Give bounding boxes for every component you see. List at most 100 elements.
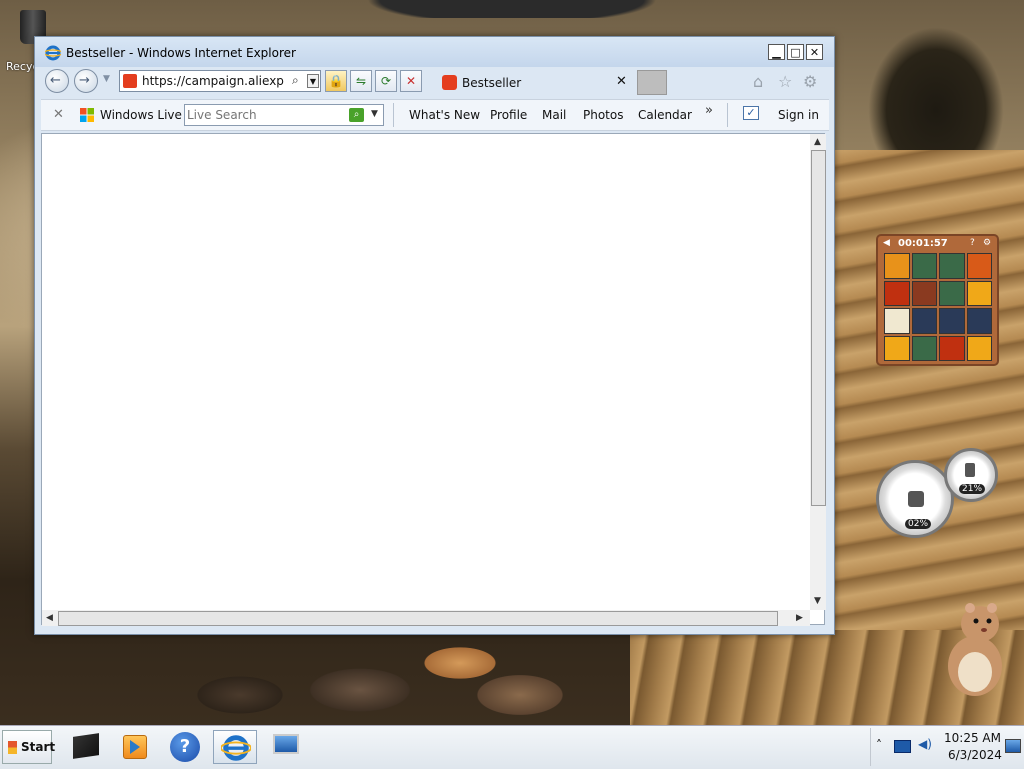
vertical-scrollbar[interactable]: ▲ ▼: [810, 134, 826, 610]
scroll-up-icon[interactable]: ▲: [814, 137, 821, 147]
toolbar-divider: [393, 103, 394, 127]
puzzle-gadget[interactable]: ◀ 00:01:57 ? ⚙: [876, 234, 999, 366]
refresh-button[interactable]: ⟳: [375, 70, 397, 92]
clock-time[interactable]: 10:25 AM: [944, 731, 1001, 745]
taskbar-media-player-button[interactable]: [114, 730, 158, 764]
more-links-chevron-icon[interactable]: »: [705, 103, 713, 118]
memory-dial: 21%: [944, 448, 998, 502]
favorites-star-icon[interactable]: ☆: [778, 72, 792, 91]
tab-bestseller[interactable]: Bestseller ✕: [436, 70, 636, 96]
horizontal-scrollbar[interactable]: ◀ ▶: [42, 610, 810, 626]
puzzle-tile[interactable]: [966, 335, 992, 361]
scroll-down-icon[interactable]: ▼: [814, 596, 821, 606]
puzzle-back-icon[interactable]: ◀: [883, 238, 890, 248]
puzzle-tile[interactable]: [966, 308, 992, 334]
memory-percent: 21%: [959, 484, 986, 494]
checkbox-icon[interactable]: ✓: [743, 106, 759, 120]
link-profile[interactable]: Profile: [490, 108, 527, 122]
cpu-chip-icon: [908, 491, 924, 507]
memory-chip-icon: [965, 463, 975, 477]
start-button[interactable]: Start: [2, 730, 56, 764]
puzzle-tile[interactable]: [911, 335, 937, 361]
tab-favicon-icon: [442, 75, 457, 90]
stop-button[interactable]: ✕: [400, 70, 422, 92]
puzzle-tile[interactable]: [911, 280, 937, 306]
taskbar-terminal-button[interactable]: [64, 730, 108, 764]
windows-live-link[interactable]: Windows Live: [100, 108, 182, 122]
clock-date[interactable]: 6/3/2024: [948, 748, 1002, 762]
media-player-icon: [123, 735, 147, 759]
link-whats-new[interactable]: What's New: [409, 108, 480, 122]
sign-in-link[interactable]: Sign in: [778, 108, 819, 122]
puzzle-tile[interactable]: [911, 253, 937, 279]
puzzle-tile[interactable]: [966, 280, 992, 306]
recent-pages-chevron-icon[interactable]: ▼: [103, 74, 113, 84]
cpu-dial: 02%: [876, 460, 954, 538]
puzzle-tile[interactable]: [939, 335, 965, 361]
puzzle-timer: 00:01:57: [898, 238, 948, 249]
puzzle-tile[interactable]: [939, 253, 965, 279]
help-icon: ?: [170, 732, 200, 762]
address-dropdown-icon[interactable]: ▼: [307, 74, 319, 88]
link-calendar[interactable]: Calendar: [638, 108, 692, 122]
scroll-right-icon[interactable]: ▶: [796, 613, 803, 623]
close-button[interactable]: ✕: [806, 44, 823, 60]
minimize-button[interactable]: ▁: [768, 44, 785, 60]
puzzle-options-icon[interactable]: ⚙: [983, 238, 991, 248]
compatibility-view-button[interactable]: ⇋: [350, 70, 372, 92]
link-photos[interactable]: Photos: [583, 108, 623, 122]
network-tray-icon[interactable]: [894, 740, 911, 753]
tools-gear-icon[interactable]: ⚙: [803, 72, 817, 91]
network-computer-icon: [273, 734, 299, 754]
taskbar-help-button[interactable]: ?: [164, 730, 208, 764]
puzzle-tile[interactable]: [884, 335, 910, 361]
taskbar-network-button[interactable]: [264, 730, 308, 764]
puzzle-tile[interactable]: [966, 253, 992, 279]
forward-arrow-icon: →: [79, 73, 90, 88]
home-icon[interactable]: ⌂: [753, 72, 763, 91]
horizontal-scroll-thumb[interactable]: [58, 611, 778, 626]
address-search-icon[interactable]: ⌕: [292, 73, 299, 88]
forward-button[interactable]: →: [74, 69, 98, 93]
action-center-icon[interactable]: [1005, 739, 1021, 753]
puzzle-tile[interactable]: [884, 308, 910, 334]
cpu-percent: 02%: [905, 519, 932, 529]
search-dropdown-icon[interactable]: ▼: [371, 109, 378, 119]
title-bar[interactable]: Bestseller - Windows Internet Explorer ▁…: [35, 37, 834, 67]
navigation-bar: ← → ▼ https://campaign.aliexpr... ⌕ ▼ 🔒 …: [41, 68, 829, 96]
start-label: Start: [21, 740, 56, 754]
internet-explorer-icon: [221, 735, 251, 761]
puzzle-tile[interactable]: [939, 280, 965, 306]
taskbar-internet-explorer-button[interactable]: [213, 730, 257, 764]
address-text[interactable]: https://campaign.aliexpr...: [142, 74, 284, 88]
maximize-button[interactable]: □: [787, 44, 804, 60]
terminal-icon: [73, 733, 99, 759]
puzzle-tile[interactable]: [884, 253, 910, 279]
volume-tray-icon[interactable]: ◀): [918, 737, 932, 751]
cpu-meter-gadget[interactable]: 02% 21%: [874, 448, 1000, 540]
puzzle-tile[interactable]: [939, 308, 965, 334]
tab-close-icon[interactable]: ✕: [616, 74, 627, 89]
address-bar[interactable]: https://campaign.aliexpr... ⌕ ▼: [119, 70, 321, 92]
windows-flag-icon: [80, 108, 94, 122]
scroll-left-icon[interactable]: ◀: [46, 613, 53, 623]
tray-expand-icon[interactable]: ˄: [876, 738, 882, 752]
link-mail[interactable]: Mail: [542, 108, 566, 122]
security-lock-button[interactable]: 🔒: [325, 70, 347, 92]
back-button[interactable]: ←: [45, 69, 69, 93]
puzzle-tile[interactable]: [911, 308, 937, 334]
puzzle-tile[interactable]: [884, 280, 910, 306]
window-title: Bestseller - Windows Internet Explorer: [66, 46, 296, 60]
windows-live-toolbar: ✕ Windows Live ⌕ ▼ What's New Profile Ma…: [41, 99, 829, 131]
new-tab-button[interactable]: [637, 70, 667, 95]
tray-divider: [870, 728, 871, 766]
puzzle-help-icon[interactable]: ?: [970, 238, 975, 248]
search-go-icon[interactable]: ⌕: [349, 108, 364, 122]
live-search-input[interactable]: [187, 107, 345, 123]
vertical-scroll-thumb[interactable]: [811, 150, 826, 506]
page-content[interactable]: ▲ ▼ ◀ ▶: [41, 133, 826, 626]
tab-title: Bestseller: [462, 76, 522, 90]
toolbar-close-icon[interactable]: ✕: [53, 107, 64, 122]
hamster-icon: [948, 603, 1002, 696]
ie-window: Bestseller - Windows Internet Explorer ▁…: [34, 36, 835, 635]
